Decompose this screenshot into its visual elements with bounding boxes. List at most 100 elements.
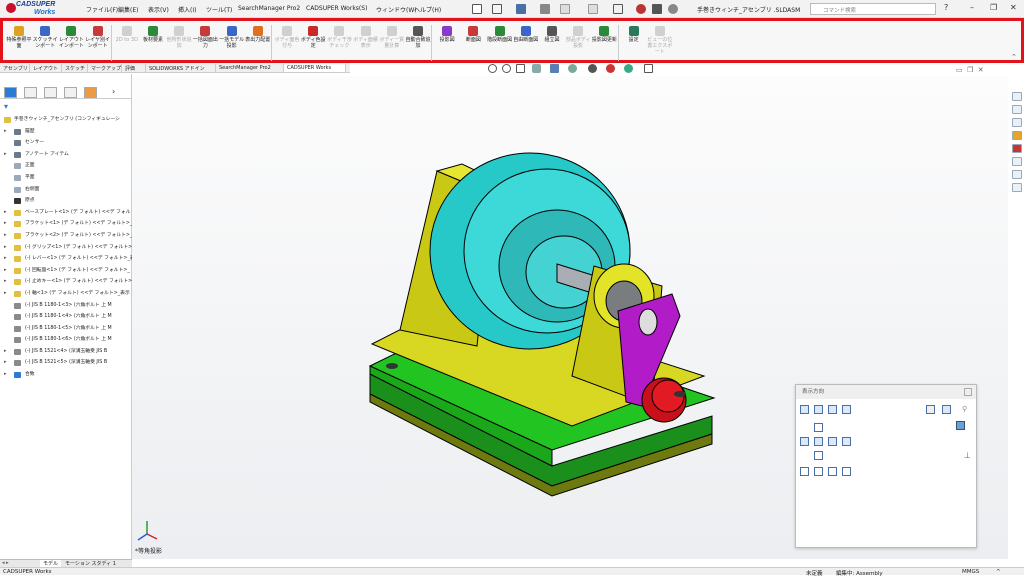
menu-item[interactable]: ファイル(F) (86, 5, 118, 14)
undo-icon[interactable] (560, 4, 570, 14)
tree-node[interactable]: ▸ 履歴 (0, 126, 132, 138)
tool-button[interactable]: ボディ干渉チェック (325, 25, 353, 63)
minimize-button[interactable]: – (970, 3, 974, 12)
normal-axis-icon[interactable]: ⊥ (964, 451, 973, 460)
panel-pin-icon[interactable] (964, 388, 972, 396)
pin-icon[interactable]: ⚲ (962, 405, 971, 414)
solidworks-resources-icon[interactable] (1012, 92, 1022, 101)
tool-button[interactable]: レイヤ別インポート (84, 25, 112, 63)
view-orientation-icon[interactable] (550, 64, 559, 73)
expand-arrow-icon[interactable]: ▸ (4, 346, 7, 358)
dimxpert-tab-icon[interactable] (64, 87, 77, 98)
tree-node[interactable]: ▸ (-) グリップ<1> (デ フォルト) <<デ フォルト>_ (0, 242, 132, 254)
custom-properties-icon[interactable] (1012, 157, 1022, 166)
tab-model[interactable]: モデル (40, 560, 62, 567)
expand-arrow-icon[interactable]: ▸ (4, 357, 7, 369)
collapse-ribbon-button[interactable]: ⌃ (1011, 53, 1017, 61)
ribbon-tab[interactable]: レイアウト (30, 64, 62, 72)
zoom-to-area-icon[interactable] (502, 64, 511, 73)
tree-node[interactable]: ▸ (-) レバー<1> (デ フォルト) <<デ フォルト>_表 (0, 253, 132, 265)
tool-button[interactable]: 設定 (620, 25, 648, 63)
tree-node[interactable]: (-) JIS B 1180-1<4> (六角ボルト 上 M (0, 311, 132, 323)
tree-node[interactable]: 原点 (0, 195, 132, 207)
appearances-icon[interactable] (1012, 144, 1022, 153)
two-view-vertical-icon[interactable] (828, 467, 837, 476)
link-view-icon[interactable] (842, 405, 851, 414)
expand-arrow-icon[interactable]: ▸ (4, 149, 7, 161)
design-library-icon[interactable] (1012, 105, 1022, 114)
panel-more-icon[interactable]: › (112, 87, 125, 98)
tool-button[interactable]: 一括モデル投影 (218, 25, 246, 63)
section-view-icon[interactable] (532, 64, 541, 73)
tree-node[interactable]: ▸ (-) JIS B 1521<5> (深溝玉軸受 JIS B (0, 357, 132, 369)
menu-item[interactable]: ヘルプ(H) (414, 5, 441, 14)
tree-node[interactable]: ▸ ベースプレート<1> (デ フォルト) <<デ フォルト> (0, 207, 132, 219)
status-units[interactable]: MMGS (962, 569, 979, 575)
tool-button[interactable]: スケッチインポート (31, 25, 59, 63)
tree-node[interactable]: (-) JIS B 1180-1<5> (六角ボルト 上 M (0, 323, 132, 335)
two-view-horizontal-icon[interactable] (814, 467, 823, 476)
tree-node[interactable]: 右側面 (0, 184, 132, 196)
view-back-icon[interactable] (842, 437, 851, 446)
zoom-to-fit-icon[interactable] (488, 64, 497, 73)
display-manager-tab-icon[interactable] (84, 87, 97, 98)
menu-item[interactable]: CADSUPER Works(S) (306, 5, 367, 12)
tool-button[interactable]: 自動合致追加 (404, 25, 432, 63)
tab-motion-study[interactable]: モーション スタディ 1 (62, 560, 119, 567)
tool-button[interactable]: 他所形状追加 (165, 25, 193, 63)
tool-button[interactable]: 部品ボディ投影 (564, 25, 592, 63)
menu-item[interactable]: ツール(T) (206, 5, 232, 14)
previous-orientation-icon[interactable] (942, 405, 951, 414)
restore-button[interactable]: ❐ (990, 3, 997, 12)
four-view-icon[interactable] (842, 467, 851, 476)
expand-arrow-icon[interactable]: ▸ (4, 230, 7, 242)
view-bottom-icon[interactable] (814, 451, 823, 460)
tool-button[interactable]: 組立図 (538, 25, 566, 63)
options-gear-icon[interactable] (668, 4, 678, 14)
select-pointer-icon[interactable] (613, 4, 623, 14)
expand-arrow-icon[interactable]: ▸ (4, 242, 7, 254)
menu-item[interactable]: SearchManager Pro2 (238, 5, 300, 12)
file-properties-icon[interactable] (652, 4, 662, 14)
tool-button[interactable]: レイアウトインポート (57, 25, 85, 63)
expand-arrow-icon[interactable]: ▸ (4, 218, 7, 230)
expand-arrow-icon[interactable]: ▸ (4, 126, 7, 138)
forum-icon[interactable] (1012, 170, 1022, 179)
normal-to-icon[interactable] (828, 405, 837, 414)
tool-button[interactable]: 2D to 3D (113, 25, 141, 63)
open-file-icon[interactable] (492, 4, 502, 14)
expand-arrow-icon[interactable]: ▸ (4, 265, 7, 277)
tree-node[interactable]: (-) JIS B 1180-1<6> (六角ボルト 上 M (0, 334, 132, 346)
rebuild-icon[interactable] (636, 4, 646, 14)
redo-icon[interactable] (588, 4, 598, 14)
view-palette-icon[interactable] (1012, 131, 1022, 140)
view-right-icon[interactable] (828, 437, 837, 446)
tree-node[interactable]: ▸ (-) 軸<1> (デ フォルト) <<デ フォルト>_表示 (0, 288, 132, 300)
ribbon-tab[interactable]: 評価 (122, 64, 146, 72)
save-icon[interactable] (516, 4, 526, 14)
ribbon-tab[interactable]: CADSUPER Works (284, 64, 346, 72)
update-views-icon[interactable] (814, 405, 823, 414)
tree-node[interactable]: ▸ ブラケット<2> (デ フォルト) <<デ フォルト>_表 (0, 230, 132, 242)
tree-node[interactable]: 平面 (0, 172, 132, 184)
ribbon-tab[interactable]: スケッチ (62, 64, 88, 72)
status-units-arrow-icon[interactable]: ^ (996, 569, 1001, 575)
property-manager-tab-icon[interactable] (24, 87, 37, 98)
tree-node[interactable]: ▸ (-) JIS B 1521<4> (深溝玉軸受 JIS B (0, 346, 132, 358)
expand-arrow-icon[interactable]: ▸ (4, 253, 7, 265)
ribbon-tab[interactable]: SearchManager Pro2 (216, 64, 284, 72)
tool-button[interactable]: ボディ面積表示 (352, 25, 380, 63)
tool-button[interactable]: 断面図 (459, 25, 487, 63)
tool-button[interactable]: 階段断面図 (486, 25, 514, 63)
view-settings-icon[interactable] (644, 64, 653, 73)
previous-view-icon[interactable] (516, 64, 525, 73)
command-search-input[interactable]: コマンド検索 (810, 3, 936, 15)
view-left-icon[interactable] (800, 437, 809, 446)
new-document-icon[interactable] (472, 4, 482, 14)
tree-node[interactable]: ▸ (-) 止めキー<1> (デ フォルト) <<デ フォルト>_ (0, 276, 132, 288)
tool-button[interactable]: ボディー質量計算 (378, 25, 406, 63)
tool-button[interactable]: ボディ面色付与 (273, 25, 301, 63)
tool-button[interactable]: ビューの位置エクスポート (646, 25, 674, 63)
help-icon[interactable]: ? (944, 3, 948, 12)
hide-show-icon[interactable] (588, 64, 597, 73)
